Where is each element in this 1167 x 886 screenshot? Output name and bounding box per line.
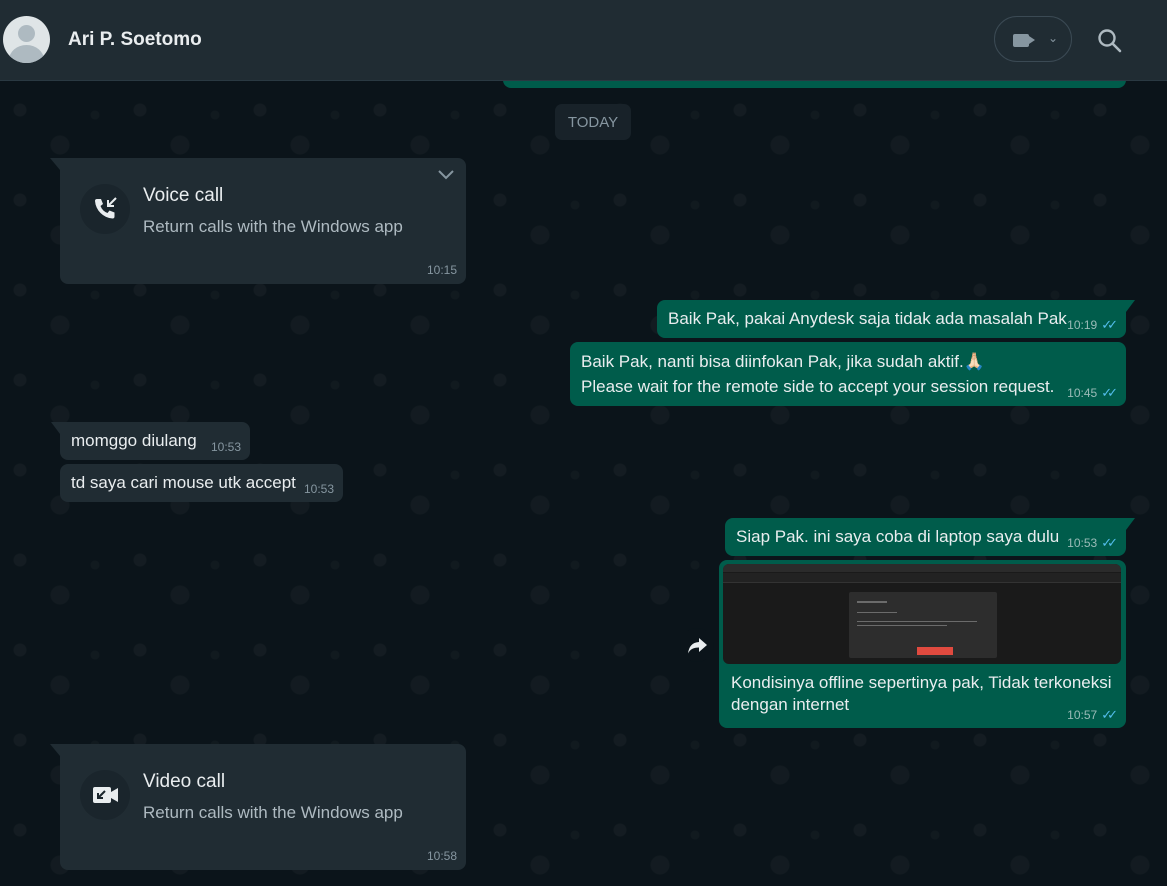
message-time: 10:53 bbox=[303, 482, 334, 496]
outgoing-message[interactable]: Siap Pak. ini saya coba di laptop saya d… bbox=[725, 518, 1135, 556]
message-time: 10:58 bbox=[426, 849, 457, 863]
chevron-down-icon[interactable] bbox=[437, 169, 455, 181]
double-check-icon: ✓✓ bbox=[1101, 535, 1118, 550]
contact-name[interactable]: Ari P. Soetomo bbox=[68, 29, 202, 51]
call-title: Voice call bbox=[143, 185, 224, 206]
double-check-icon: ✓✓ bbox=[1101, 385, 1118, 400]
video-call-button[interactable]: ⌄ bbox=[994, 16, 1072, 62]
message-text: Siap Pak. ini saya coba di laptop saya d… bbox=[736, 527, 1060, 546]
message-text: Baik Pak, nanti bisa diinfokan Pak, jika… bbox=[581, 352, 985, 371]
date-divider: TODAY bbox=[555, 104, 631, 140]
missed-video-call-icon bbox=[80, 770, 130, 820]
message-text: td saya cari mouse utk accept bbox=[71, 473, 296, 492]
message-text: momggo diulang bbox=[71, 431, 197, 450]
incoming-message[interactable]: td saya cari mouse utk accept 10:53 bbox=[60, 464, 343, 502]
outgoing-image-message[interactable]: Kondisinya offline sepertinya pak, Tidak… bbox=[719, 560, 1126, 728]
double-check-icon: ✓✓ bbox=[1101, 707, 1118, 722]
message-text: dengan internet bbox=[731, 695, 850, 714]
outgoing-message[interactable]: Baik Pak, nanti bisa diinfokan Pak, jika… bbox=[570, 342, 1126, 406]
avatar-icon[interactable] bbox=[3, 16, 50, 63]
forward-button[interactable] bbox=[680, 628, 714, 662]
outgoing-message[interactable]: Baik Pak, pakai Anydesk saja tidak ada m… bbox=[657, 300, 1135, 338]
incoming-call-icon bbox=[80, 184, 130, 234]
call-title: Video call bbox=[143, 771, 226, 792]
voice-call-card[interactable]: Voice call Return calls with the Windows… bbox=[50, 158, 466, 284]
video-camera-icon bbox=[1013, 34, 1029, 47]
chat-header: Ari P. Soetomo ⌄ bbox=[0, 0, 1167, 81]
message-text: Please wait for the remote side to accep… bbox=[581, 377, 1055, 396]
call-subtitle: Return calls with the Windows app bbox=[143, 803, 403, 822]
message-time: 10:45 bbox=[1067, 386, 1098, 400]
video-call-card[interactable]: Video call Return calls with the Windows… bbox=[50, 744, 466, 870]
chevron-down-icon: ⌄ bbox=[1048, 31, 1059, 45]
screenshot-thumbnail[interactable] bbox=[723, 564, 1121, 664]
call-subtitle: Return calls with the Windows app bbox=[143, 217, 403, 236]
message-time: 10:15 bbox=[426, 263, 457, 277]
search-icon[interactable] bbox=[1097, 28, 1123, 54]
message-time: 10:19 bbox=[1067, 318, 1098, 332]
message-time: 10:57 bbox=[1067, 708, 1098, 722]
message-time: 10:53 bbox=[1067, 536, 1098, 550]
forward-icon bbox=[688, 638, 707, 654]
message-time: 10:53 bbox=[210, 440, 241, 454]
message-text: Baik Pak, pakai Anydesk saja tidak ada m… bbox=[668, 309, 1067, 328]
incoming-message[interactable]: momggo diulang 10:53 bbox=[51, 422, 250, 460]
double-check-icon: ✓✓ bbox=[1101, 317, 1118, 332]
message-text: Kondisinya offline sepertinya pak, Tidak… bbox=[731, 673, 1112, 692]
